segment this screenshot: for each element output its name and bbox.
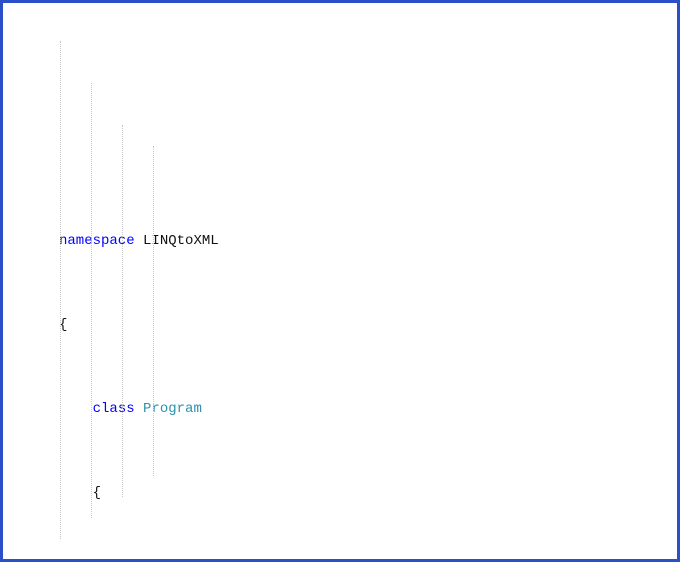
type-program: Program bbox=[143, 401, 202, 417]
indent bbox=[59, 399, 93, 420]
code-line: { bbox=[3, 483, 677, 504]
code-frame: namespace LINQtoXML { class Program { st… bbox=[0, 0, 680, 562]
kw-namespace: namespace bbox=[59, 233, 135, 249]
text bbox=[135, 401, 143, 417]
kw-class: class bbox=[93, 401, 135, 417]
indent bbox=[59, 483, 93, 504]
code-line: class Program bbox=[3, 399, 677, 420]
brace-open: { bbox=[93, 485, 101, 501]
brace-open: { bbox=[59, 317, 67, 333]
code-line: namespace LINQtoXML bbox=[3, 231, 677, 252]
namespace-name: LINQtoXML bbox=[143, 233, 219, 249]
code-line: { bbox=[3, 315, 677, 336]
code-block: namespace LINQtoXML { class Program { st… bbox=[3, 3, 677, 562]
text bbox=[135, 233, 143, 249]
